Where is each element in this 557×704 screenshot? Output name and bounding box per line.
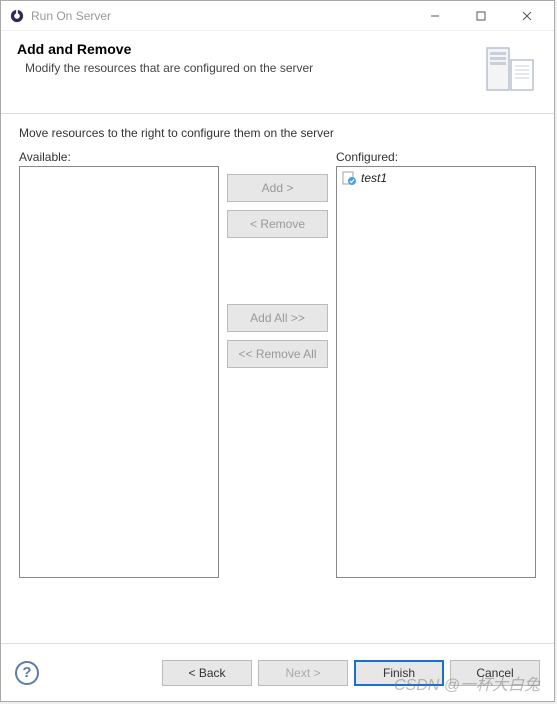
banner-image-icon: [480, 41, 538, 99]
add-button[interactable]: Add >: [227, 174, 328, 202]
minimize-button[interactable]: [412, 2, 458, 30]
wizard-banner: Add and Remove Modify the resources that…: [1, 31, 554, 114]
instruction-text: Move resources to the right to configure…: [19, 126, 536, 140]
available-panel: Available:: [19, 150, 219, 578]
configured-label: Configured:: [336, 150, 536, 164]
maximize-button[interactable]: [458, 2, 504, 30]
titlebar: Run On Server: [1, 1, 554, 31]
close-button[interactable]: [504, 2, 550, 30]
remove-all-button[interactable]: << Remove All: [227, 340, 328, 368]
list-item[interactable]: test1: [339, 169, 533, 187]
window-controls: [412, 2, 550, 30]
remove-button[interactable]: < Remove: [227, 210, 328, 238]
cancel-button[interactable]: Cancel: [450, 660, 540, 686]
wizard-content: Move resources to the right to configure…: [1, 114, 554, 582]
list-item-label: test1: [361, 171, 387, 185]
app-icon: [9, 8, 25, 24]
wizard-footer: ? < Back Next > Finish Cancel: [1, 643, 554, 701]
banner-text: Add and Remove Modify the resources that…: [17, 41, 476, 75]
transfer-panels: Available: Add > < Remove Add All >> << …: [19, 150, 536, 578]
module-icon: [341, 170, 357, 186]
available-listbox[interactable]: [19, 166, 219, 578]
finish-button[interactable]: Finish: [354, 660, 444, 686]
help-icon[interactable]: ?: [15, 661, 39, 685]
banner-title: Add and Remove: [17, 41, 476, 57]
add-all-button[interactable]: Add All >>: [227, 304, 328, 332]
transfer-buttons: Add > < Remove Add All >> << Remove All: [227, 150, 328, 578]
available-label: Available:: [19, 150, 219, 164]
back-button[interactable]: < Back: [162, 660, 252, 686]
configured-panel: Configured: test1: [336, 150, 536, 578]
window-title: Run On Server: [31, 9, 412, 23]
banner-subtitle: Modify the resources that are configured…: [17, 61, 476, 75]
next-button[interactable]: Next >: [258, 660, 348, 686]
configured-listbox[interactable]: test1: [336, 166, 536, 578]
dialog-window: Run On Server Add and Remove Modify the …: [0, 0, 555, 702]
